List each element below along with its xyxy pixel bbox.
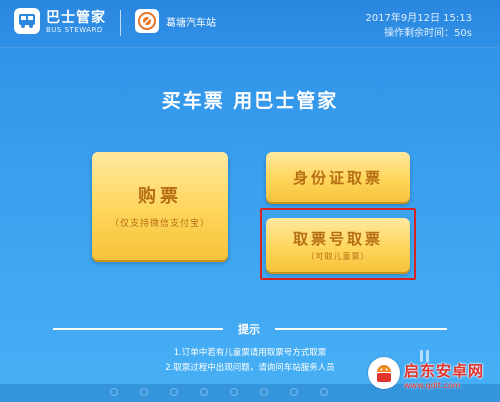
slogan: 买车票 用巴士管家: [161, 90, 339, 112]
id-card-pickup-label: 身份证取票: [292, 169, 383, 187]
header-divider: [120, 10, 121, 36]
footer-dot-icon: [260, 388, 268, 396]
tips-divider-left: [53, 328, 223, 330]
footer-dot-icon: [200, 388, 208, 396]
android-robot-icon: [377, 365, 391, 382]
ticket-code-pickup-button[interactable]: 取票号取票 （可取儿童票）: [266, 218, 410, 272]
station-name: 葛塘汽车站: [166, 18, 216, 29]
brand-name: 巴士管家: [46, 10, 106, 26]
current-datetime: 2017年9月12日 15:13: [365, 13, 472, 24]
buy-ticket-sublabel: （仅支持微信支付宝）: [109, 219, 210, 229]
footer-dot-icon: [290, 388, 298, 396]
bus-steward-logo: [14, 8, 40, 34]
buy-ticket-label: 购票: [138, 186, 182, 207]
countdown-value: 50s: [454, 28, 472, 39]
ticket-code-pickup-label: 取票号取票: [292, 230, 383, 248]
countdown-label: 操作剩余时间：: [384, 28, 455, 39]
ticket-code-pickup-sublabel: （可取儿童票）: [306, 252, 370, 261]
tips-title: 提示: [238, 323, 260, 336]
footer-dot-icon: [170, 388, 178, 396]
buy-ticket-button[interactable]: 购票 （仅支持微信支付宝）: [92, 152, 228, 260]
watermark-text: 启东安卓网: [404, 362, 485, 380]
station-emblem-icon: [138, 12, 156, 30]
station-logo: [135, 9, 159, 33]
id-card-pickup-button[interactable]: 身份证取票: [266, 152, 410, 202]
brand-subtitle: BUS STEWARD: [46, 26, 103, 34]
operation-countdown: 操作剩余时间：50s: [384, 24, 472, 39]
footer-dot-icon: [110, 388, 118, 396]
watermark-url: www.qdlt.com: [404, 381, 461, 390]
footer-dot-icon: [320, 388, 328, 396]
bus-icon: [19, 14, 35, 28]
watermark-logo: [368, 357, 400, 389]
tips-divider-right: [275, 328, 447, 330]
top-header: 巴士管家 BUS STEWARD 葛塘汽车站 2017年9月12日 15:13 …: [0, 0, 500, 48]
footer-dot-icon: [230, 388, 238, 396]
footer-dot-icon: [140, 388, 148, 396]
